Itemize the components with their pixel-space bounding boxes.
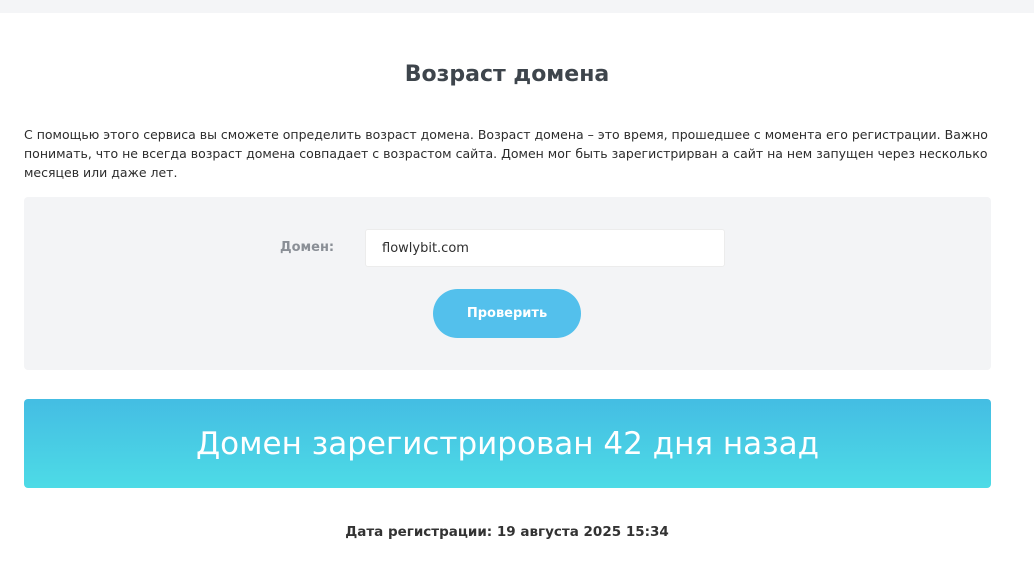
result-banner: Домен зарегистрирован 42 дня назад xyxy=(24,399,991,488)
check-button[interactable]: Проверить xyxy=(433,289,581,338)
domain-check-form: Домен: Проверить xyxy=(24,197,991,370)
top-bar xyxy=(0,0,1034,13)
page-title: Возраст домена xyxy=(404,62,610,87)
domain-label: Домен: xyxy=(280,240,335,255)
result-headline: Домен зарегистрирован 42 дня назад xyxy=(195,425,820,462)
intro-description: С помощью этого сервиса вы сможете опред… xyxy=(24,127,988,180)
domain-input[interactable] xyxy=(365,229,725,267)
registration-date: Дата регистрации: 19 августа 2025 15:34 xyxy=(345,524,669,540)
